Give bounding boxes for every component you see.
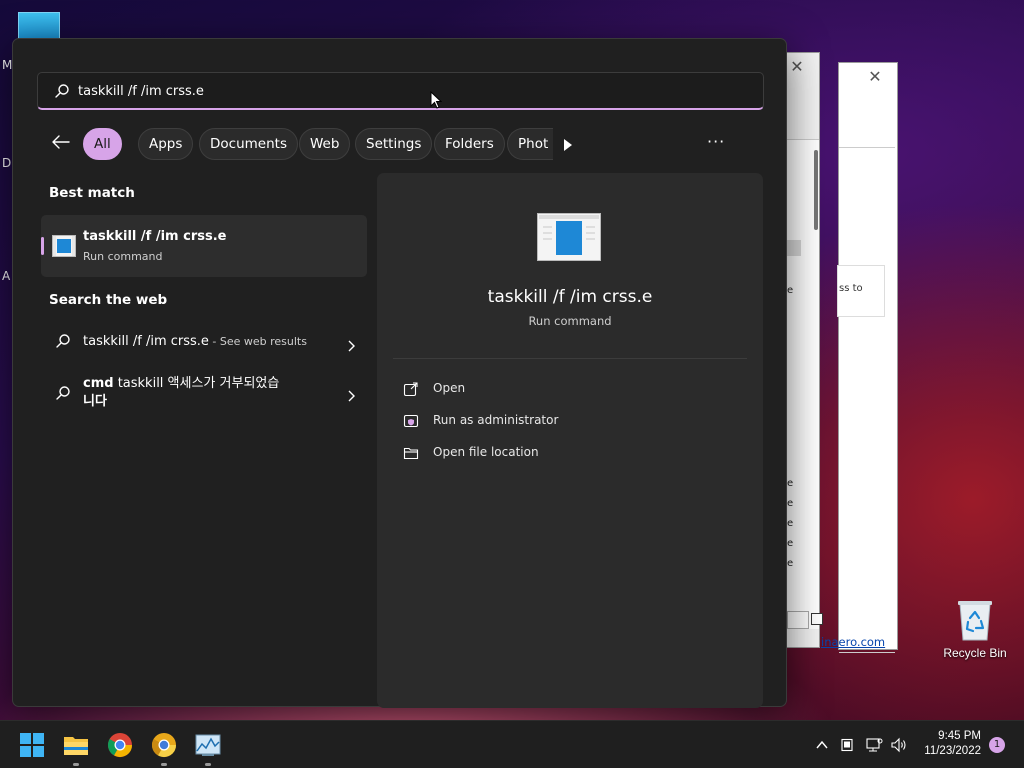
rear-window-text: ss to	[839, 283, 863, 294]
open-file-location-action[interactable]: Open file location	[403, 443, 603, 463]
recycle-bin[interactable]: Recycle Bin	[940, 596, 1010, 666]
front-window-button[interactable]	[787, 611, 809, 629]
back-arrow-icon[interactable]	[51, 134, 75, 154]
run-command-icon	[52, 235, 76, 261]
web-result-suffix: - See web results	[208, 335, 307, 348]
selection-indicator	[41, 237, 44, 255]
list-char: e	[787, 478, 794, 489]
front-window-small-icon[interactable]	[811, 613, 823, 625]
front-window-list: e e e e e e	[787, 139, 819, 629]
search-web-title: Search the web	[49, 292, 168, 308]
recycle-bin-label: Recycle Bin	[943, 646, 1007, 660]
running-indicator	[161, 763, 167, 766]
notification-badge[interactable]: 1	[989, 737, 1005, 753]
web-result-line2: 니다	[83, 394, 107, 409]
web-result-text: taskkill /f /im crss.e - See web results	[83, 333, 307, 351]
web-result-item[interactable]: taskkill /f /im crss.e - See web results	[41, 327, 367, 357]
web-result-query: taskkill /f /im crss.e	[83, 334, 209, 349]
clock-date: 11/23/2022	[924, 745, 981, 757]
clock-time: 9:45 PM	[938, 730, 981, 742]
detail-subtitle: Run command	[528, 314, 612, 328]
taskbar: 9:45 PM 11/23/2022 1	[0, 720, 1024, 768]
run-command-large-icon	[537, 213, 601, 265]
mouse-cursor-icon	[430, 90, 443, 113]
search-icon	[54, 83, 70, 103]
best-match-item[interactable]: taskkill /f /im crss.e Run command	[41, 215, 367, 277]
chevron-up-icon[interactable]	[815, 737, 829, 756]
chrome-canary-icon[interactable]	[148, 729, 180, 766]
filter-bar: All Apps Documents Web Settings Folders …	[51, 128, 751, 160]
resource-monitor-icon[interactable]	[192, 729, 224, 766]
background-window-front[interactable]: ✕ e e e e e e inaero.com	[786, 52, 885, 649]
search-icon	[55, 333, 71, 353]
open-label: Open	[433, 381, 466, 395]
list-char: e	[787, 498, 794, 509]
best-match-type: Run command	[83, 250, 163, 263]
website-link[interactable]: inaero.com	[821, 635, 885, 649]
divider	[393, 358, 747, 359]
best-match-title: Best match	[49, 185, 135, 201]
rear-window-panel	[839, 147, 895, 653]
filter-apps[interactable]: Apps	[138, 128, 194, 160]
filter-photos[interactable]: Phot	[507, 128, 553, 160]
list-char: e	[787, 558, 794, 569]
list-scrollbar[interactable]	[814, 150, 818, 230]
desktop-shortcut-icon[interactable]	[18, 12, 60, 40]
web-result-bold: cmd	[83, 376, 114, 391]
list-selected-row	[787, 240, 801, 256]
desktop-label-m: M	[2, 58, 13, 72]
scroll-filters-right-icon[interactable]	[563, 137, 575, 151]
folder-icon	[403, 445, 419, 465]
search-icon	[55, 385, 71, 405]
web-result-query: taskkill 액세스가 거부되었습	[113, 376, 280, 391]
list-char: e	[787, 285, 794, 296]
details-pane: taskkill /f /im crss.e Run command Open …	[377, 173, 763, 708]
tablet-mode-icon[interactable]	[840, 737, 854, 756]
running-indicator	[73, 763, 79, 766]
run-as-admin-action[interactable]: Run as administrator	[403, 411, 603, 431]
open-file-location-label: Open file location	[433, 445, 539, 459]
search-box[interactable]	[37, 72, 764, 110]
filter-settings[interactable]: Settings	[355, 128, 433, 160]
more-options-icon[interactable]: ···	[707, 132, 725, 151]
web-result-text: cmd taskkill 액세스가 거부되었습니다	[83, 375, 323, 411]
best-match-name: taskkill /f /im crss.e	[83, 229, 227, 244]
search-input[interactable]	[78, 79, 718, 103]
clock[interactable]: 9:45 PM 11/23/2022	[924, 729, 981, 759]
network-icon[interactable]	[865, 737, 883, 757]
chrome-icon[interactable]	[104, 729, 136, 761]
windows-start-icon[interactable]	[16, 729, 48, 761]
filter-folders[interactable]: Folders	[434, 128, 505, 160]
filter-web[interactable]: Web	[299, 128, 351, 160]
recycle-bin-icon	[956, 598, 994, 646]
background-window-rear[interactable]: ✕ ss to	[837, 62, 898, 653]
running-indicator	[205, 763, 211, 766]
close-icon[interactable]: ✕	[865, 67, 885, 87]
search-flyout: All Apps Documents Web Settings Folders …	[12, 38, 787, 708]
list-char: e	[787, 538, 794, 549]
desktop-label-a: A	[2, 269, 11, 283]
filter-documents[interactable]: Documents	[199, 128, 298, 160]
chevron-right-icon[interactable]	[347, 387, 357, 402]
close-icon[interactable]: ✕	[787, 57, 807, 77]
run-as-admin-label: Run as administrator	[433, 413, 559, 427]
web-result-item[interactable]: cmd taskkill 액세스가 거부되었습니다	[41, 373, 367, 413]
file-explorer-icon[interactable]	[60, 729, 92, 766]
detail-title: taskkill /f /im crss.e	[487, 287, 653, 307]
volume-icon[interactable]	[890, 737, 908, 757]
filter-all[interactable]: All	[83, 128, 122, 160]
shield-admin-icon	[403, 413, 419, 433]
open-action[interactable]: Open	[403, 379, 603, 399]
chevron-right-icon[interactable]	[347, 337, 357, 352]
list-char: e	[787, 518, 794, 529]
open-external-icon	[403, 381, 419, 401]
